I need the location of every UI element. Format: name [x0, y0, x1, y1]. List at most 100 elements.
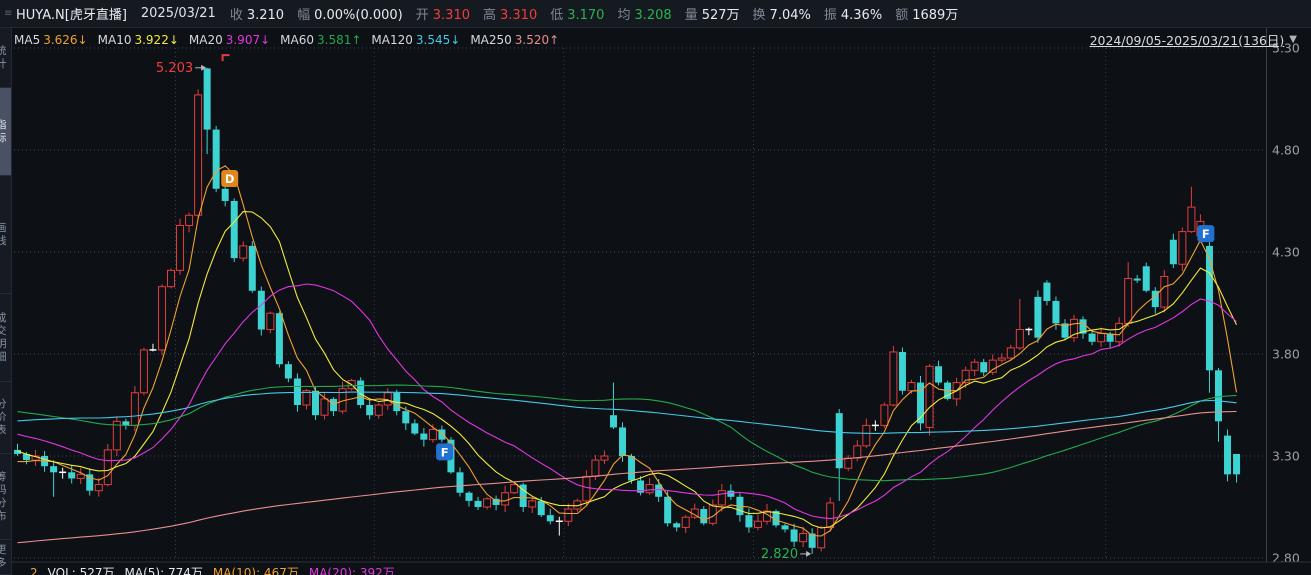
- candle[interactable]: [1061, 319, 1068, 340]
- candle[interactable]: [77, 468, 84, 484]
- candle[interactable]: [1206, 232, 1213, 393]
- toolbar-tab-指标[interactable]: 指标: [0, 88, 11, 176]
- candle[interactable]: [736, 494, 743, 522]
- candle[interactable]: [375, 403, 382, 419]
- signal-badge-F[interactable]: F: [436, 443, 453, 460]
- candle[interactable]: [456, 467, 463, 496]
- candle[interactable]: [420, 428, 427, 447]
- candle[interactable]: [709, 500, 716, 526]
- candle[interactable]: [971, 359, 978, 376]
- toolbar-tab-画线[interactable]: 画线: [0, 176, 11, 294]
- candle[interactable]: [204, 68, 211, 154]
- candle[interactable]: [113, 416, 120, 456]
- candle[interactable]: [59, 468, 66, 479]
- candle[interactable]: [601, 451, 608, 464]
- candle[interactable]: [502, 486, 509, 512]
- candle[interactable]: [366, 399, 373, 420]
- candle[interactable]: [14, 444, 21, 456]
- toolbar-tab-分价表[interactable]: 分价表: [0, 382, 11, 454]
- candle[interactable]: [782, 524, 789, 533]
- candle[interactable]: [881, 402, 888, 428]
- candle[interactable]: [754, 515, 761, 531]
- candle[interactable]: [195, 89, 202, 219]
- candle[interactable]: [1233, 454, 1240, 483]
- candle[interactable]: [610, 383, 617, 429]
- ma-legend-item[interactable]: MA203.907↓: [189, 33, 270, 47]
- candle[interactable]: [998, 353, 1005, 362]
- candle[interactable]: [935, 361, 942, 386]
- candle[interactable]: [1125, 262, 1132, 327]
- candle[interactable]: [122, 419, 129, 430]
- candle[interactable]: [158, 284, 165, 355]
- candle[interactable]: [890, 346, 897, 407]
- ma-legend-item[interactable]: MA603.581↑: [280, 33, 361, 47]
- candle[interactable]: [186, 213, 193, 233]
- signal-badge-F[interactable]: F: [1197, 225, 1214, 242]
- candle[interactable]: [646, 478, 653, 495]
- candle[interactable]: [1170, 234, 1177, 268]
- toolbar-tab-统计[interactable]: 统计: [0, 28, 11, 88]
- date-range-selector[interactable]: 2024/09/05-2025/03/21(136日) ▼: [1090, 30, 1297, 49]
- candle[interactable]: [267, 311, 274, 333]
- toolbar-tab-成交明细[interactable]: 成交明细: [0, 294, 11, 382]
- date-range-text[interactable]: 2024/09/05-2025/03/21(136日): [1090, 30, 1285, 49]
- toolbar-tab-更多[interactable]: 更多: [0, 540, 11, 575]
- candle[interactable]: [276, 311, 283, 367]
- candle[interactable]: [149, 344, 156, 352]
- candle[interactable]: [213, 126, 220, 192]
- symbol-name[interactable]: HUYA.N[虎牙直播]: [16, 4, 127, 23]
- candle[interactable]: [1080, 316, 1087, 338]
- ma-legend-item[interactable]: MA1203.545↓: [371, 33, 460, 47]
- candle[interactable]: [1016, 299, 1023, 350]
- candle[interactable]: [1025, 327, 1032, 335]
- candle[interactable]: [249, 241, 256, 293]
- candle[interactable]: [1188, 187, 1195, 233]
- candle[interactable]: [258, 287, 265, 336]
- candle[interactable]: [1215, 368, 1222, 442]
- signal-badge-D[interactable]: D: [221, 170, 238, 187]
- candle[interactable]: [50, 460, 57, 496]
- candle[interactable]: [556, 517, 563, 536]
- candle[interactable]: [836, 409, 843, 501]
- candle[interactable]: [565, 503, 572, 526]
- candle[interactable]: [140, 348, 147, 396]
- candle[interactable]: [791, 524, 798, 547]
- candle[interactable]: [818, 526, 825, 552]
- toolbar-tab-筹码分布[interactable]: 筹码分布: [0, 454, 11, 540]
- candle[interactable]: [872, 420, 879, 430]
- candle[interactable]: [529, 497, 536, 513]
- candle[interactable]: [168, 269, 175, 289]
- candle[interactable]: [1143, 263, 1150, 293]
- candle[interactable]: [493, 496, 500, 511]
- candle[interactable]: [1224, 430, 1231, 482]
- candle[interactable]: [1034, 290, 1041, 342]
- candle[interactable]: [980, 359, 987, 376]
- candle[interactable]: [1007, 345, 1014, 360]
- candle[interactable]: [1043, 280, 1050, 305]
- window-menu-icon[interactable]: ≡: [4, 8, 16, 19]
- candle[interactable]: [86, 468, 93, 495]
- candle[interactable]: [547, 509, 554, 525]
- candle[interactable]: [845, 455, 852, 471]
- candle[interactable]: [700, 506, 707, 525]
- ma-legend-item[interactable]: MA103.922↓: [98, 33, 179, 47]
- candle[interactable]: [1179, 228, 1186, 271]
- candle[interactable]: [899, 348, 906, 395]
- ma-legend-item[interactable]: MA2503.520↑: [470, 33, 559, 47]
- candle[interactable]: [1098, 328, 1105, 347]
- candle[interactable]: [357, 377, 364, 408]
- chevron-down-icon[interactable]: ▼: [1289, 34, 1297, 45]
- candle[interactable]: [1134, 275, 1141, 283]
- candle[interactable]: [484, 497, 491, 509]
- candle[interactable]: [926, 364, 933, 436]
- pane-index-label[interactable]: 2: [30, 566, 38, 575]
- candle[interactable]: [673, 522, 680, 532]
- candle[interactable]: [809, 528, 816, 554]
- event-flag-icon[interactable]: [222, 54, 230, 61]
- candle[interactable]: [917, 376, 924, 430]
- candle[interactable]: [466, 491, 473, 507]
- candle[interactable]: [104, 444, 111, 486]
- candle[interactable]: [1071, 315, 1078, 342]
- candle[interactable]: [131, 386, 138, 431]
- candle[interactable]: [682, 515, 689, 533]
